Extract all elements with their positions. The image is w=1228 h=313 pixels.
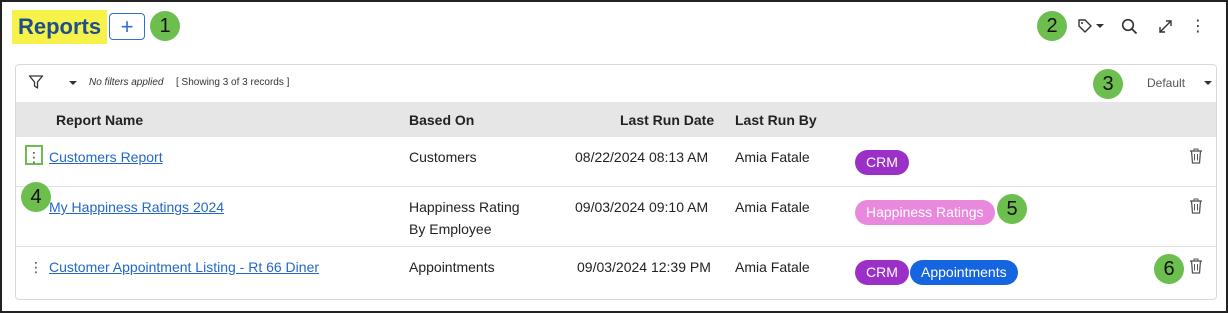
page-title-highlight: Reports xyxy=(12,10,108,44)
based-on-value-line-1: Happiness Rating xyxy=(409,199,520,215)
tag-badge-appointments[interactable]: Appointments xyxy=(910,260,1018,285)
last-run-by-value: Amia Fatale xyxy=(735,259,810,275)
last-run-date-value: 08/22/2024 08:13 AM xyxy=(575,149,709,165)
reports-panel: No filters applied [ Showing 3 of 3 reco… xyxy=(15,64,1217,300)
callout-badge-1: 1 xyxy=(150,11,180,41)
tag-badge-crm[interactable]: CRM xyxy=(855,260,909,285)
page-title: Reports xyxy=(18,14,102,39)
trash-icon[interactable] xyxy=(1189,258,1203,274)
based-on-value: Appointments xyxy=(409,259,495,275)
report-name-link[interactable]: Customer Appointment Listing - Rt 66 Din… xyxy=(49,259,319,275)
column-header-last-run-date[interactable]: Last Run Date xyxy=(620,112,714,128)
callout-badge-2: 2 xyxy=(1037,11,1067,41)
tag-badge-happiness-ratings[interactable]: Happiness Ratings xyxy=(855,200,995,225)
last-run-by-value: Amia Fatale xyxy=(735,149,810,165)
app-frame: Reports + 1 2 ⋮ No filters applied [Sho… xyxy=(0,0,1228,313)
callout-badge-5: 5 xyxy=(997,194,1027,224)
trash-icon[interactable] xyxy=(1189,148,1203,164)
callout-badge-3: 3 xyxy=(1093,69,1123,99)
filter-icon xyxy=(28,75,44,89)
trash-icon[interactable] xyxy=(1189,198,1203,214)
based-on-value-line-2: By Employee xyxy=(409,221,492,237)
column-header-based-on[interactable]: Based On xyxy=(409,112,474,128)
view-selector[interactable]: Default xyxy=(1147,76,1185,90)
based-on-value: Customers xyxy=(409,149,477,165)
table-header: Report Name Based On Last Run Date Last … xyxy=(16,102,1216,137)
table-row: ⋮ Customer Appointment Listing - Rt 66 D… xyxy=(16,247,1216,299)
column-header-last-run-by[interactable]: Last Run By xyxy=(735,112,817,128)
table-row: My Happiness Ratings 2024 Happiness Rati… xyxy=(16,187,1216,247)
filter-status: No filters applied xyxy=(89,77,164,88)
search-button[interactable] xyxy=(1118,14,1140,38)
row-menu-icon[interactable]: ⋮ xyxy=(29,257,43,277)
filter-dropdown-chevron-icon[interactable] xyxy=(69,81,77,85)
chevron-down-icon xyxy=(1095,24,1104,28)
table-row: ⋮ Customers Report Customers 08/22/2024 … xyxy=(16,137,1216,187)
last-run-date-value: 09/03/2024 12:39 PM xyxy=(577,259,711,275)
expand-button[interactable] xyxy=(1154,14,1176,38)
filter-button[interactable] xyxy=(28,74,44,95)
tag-icon xyxy=(1077,19,1092,33)
more-vertical-icon: ⋮ xyxy=(1190,18,1206,35)
view-dropdown-chevron-icon[interactable] xyxy=(1204,81,1212,85)
search-icon xyxy=(1121,18,1137,34)
report-name-link[interactable]: Customers Report xyxy=(49,149,163,165)
expand-icon xyxy=(1158,19,1172,33)
last-run-date-value: 09/03/2024 09:10 AM xyxy=(575,199,709,215)
row-menu-icon[interactable]: ⋮ xyxy=(25,145,43,165)
tag-filter-button[interactable] xyxy=(1075,14,1105,38)
filter-bar: No filters applied [ Showing 3 of 3 reco… xyxy=(16,65,1216,102)
add-report-button[interactable]: + xyxy=(109,13,145,40)
more-options-button[interactable]: ⋮ xyxy=(1190,14,1206,38)
tag-badge-crm[interactable]: CRM xyxy=(855,150,909,175)
record-count: [ Showing 3 of 3 records ] xyxy=(176,77,290,88)
last-run-by-value: Amia Fatale xyxy=(735,199,810,215)
callout-badge-6: 6 xyxy=(1154,254,1184,284)
report-name-link[interactable]: My Happiness Ratings 2024 xyxy=(49,199,224,215)
column-header-report-name[interactable]: Report Name xyxy=(56,112,143,128)
